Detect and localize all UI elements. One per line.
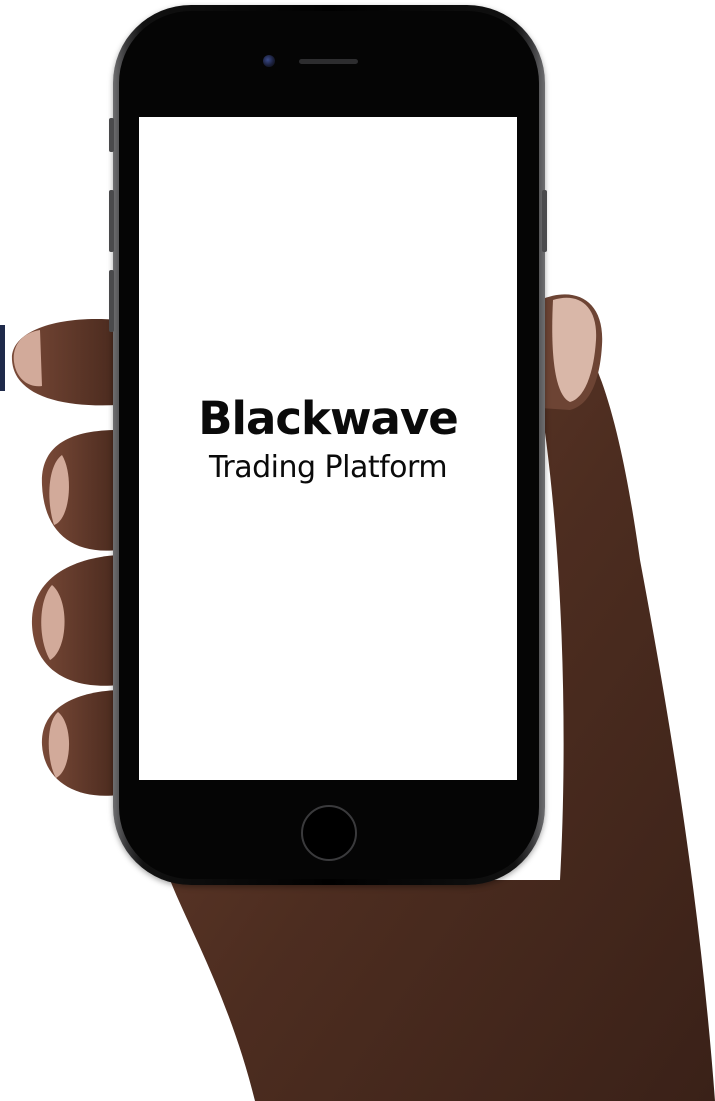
side-button-silent [109,118,114,152]
brand-tagline: Trading Platform [208,450,448,485]
side-button-volume-down [109,270,114,332]
side-button-volume-up [109,190,114,252]
photo-scene: Blackwave Trading Platform [0,0,715,1101]
brand-name: Blackwave [198,392,458,445]
speaker-grille-icon [299,59,358,64]
camera-icon [263,55,275,67]
home-button-icon[interactable] [301,805,357,861]
side-button-power [542,190,547,252]
phone-screen[interactable]: Blackwave Trading Platform [139,117,517,780]
